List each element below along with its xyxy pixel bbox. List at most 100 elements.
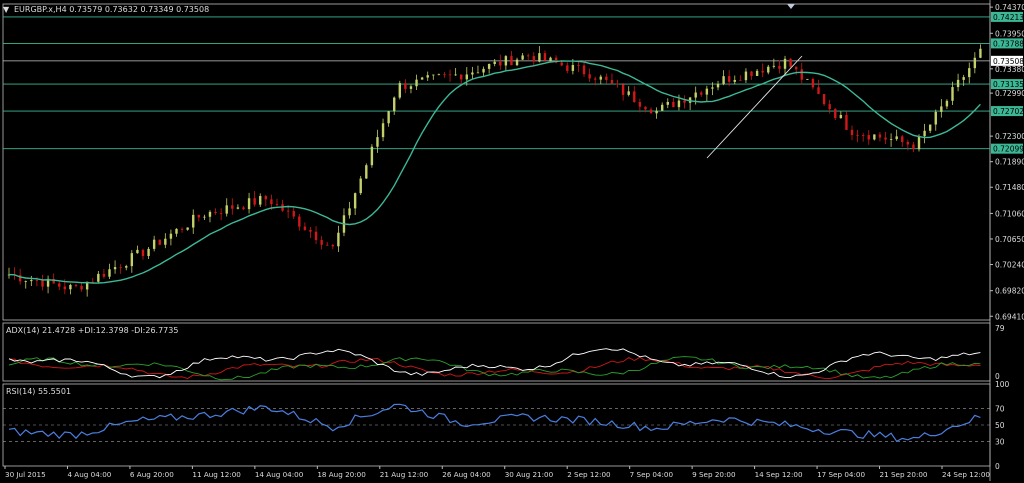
- candle-body: [672, 101, 675, 108]
- candle-body: [722, 76, 725, 84]
- candle-body: [951, 87, 954, 101]
- candle-body: [113, 267, 117, 270]
- chart-window[interactable]: 0.74213 0.73788 0.73508 0.73135 0.72702 0.720…: [0, 0, 1024, 483]
- candle-body: [806, 78, 809, 80]
- candle-body: [510, 56, 513, 66]
- horizontal-levels[interactable]: 0.742130.737880.735080.731350.727020.720…: [3, 11, 1024, 154]
- price-tick-label: 0.69820: [995, 287, 1024, 296]
- candle-body: [895, 136, 898, 140]
- candle-body: [164, 238, 167, 245]
- candle-body: [102, 273, 106, 277]
- time-tick-label: 30 Jul 2015: [5, 470, 46, 479]
- time-tick-label: 17 Sep 04:00: [817, 470, 865, 479]
- candle-body: [253, 198, 256, 205]
- candle-body: [845, 114, 848, 130]
- candle-body: [928, 124, 932, 131]
- price-tick-label: 0.71060: [995, 209, 1024, 218]
- candle-body: [314, 231, 318, 241]
- candle-body: [74, 284, 78, 286]
- candle-body: [627, 91, 630, 95]
- candle-body: [599, 76, 602, 80]
- candle-body: [761, 70, 764, 73]
- trendline-object[interactable]: [706, 55, 803, 159]
- candle-body: [594, 78, 597, 80]
- candle-body: [169, 233, 173, 239]
- candle-body: [30, 280, 33, 282]
- candle-body: [426, 75, 429, 78]
- rsi-tick-label: 70: [995, 405, 1005, 414]
- candle-body: [889, 139, 893, 140]
- candle-body: [694, 92, 697, 98]
- adx-max-label: 79: [995, 324, 1005, 333]
- candle-body: [962, 77, 965, 80]
- shift-marker-icon[interactable]: [787, 4, 795, 9]
- candle-body: [437, 74, 441, 76]
- candle-body: [856, 135, 859, 136]
- candle-body: [236, 207, 240, 209]
- candle-body: [828, 104, 831, 110]
- candle-body: [186, 227, 189, 230]
- rsi-tick-label: 50: [995, 421, 1005, 430]
- candle-body: [677, 100, 681, 108]
- rsi-line: [8, 403, 981, 443]
- candle-body: [275, 204, 279, 205]
- candle-body: [108, 269, 111, 277]
- chart-canvas[interactable]: 0.742130.737880.735080.731350.727020.720…: [0, 0, 1024, 483]
- rsi-tick-label: 100: [995, 380, 1010, 389]
- candle-body: [119, 267, 122, 268]
- candle-body: [247, 198, 251, 210]
- candle-body: [778, 65, 781, 69]
- time-tick-label: 24 Sep 12:00: [942, 470, 990, 479]
- candle-body: [359, 178, 362, 194]
- candle-body: [817, 87, 820, 95]
- time-tick-label: 14 Aug 04:00: [255, 470, 304, 479]
- moving-average: [8, 60, 981, 284]
- time-tick-label: 6 Aug 20:00: [130, 470, 174, 479]
- level-price-label: 0.74213: [993, 13, 1024, 22]
- chart-menu-icon[interactable]: ▼: [3, 5, 9, 15]
- candle-body: [63, 286, 67, 290]
- candle-body: [192, 214, 195, 228]
- candle-body: [136, 249, 139, 254]
- price-tick-label: 0.72990: [995, 89, 1024, 98]
- candle-body: [917, 136, 921, 150]
- candle-body: [839, 114, 843, 119]
- level-price-label: 0.73135: [993, 80, 1024, 89]
- level-price-label: 0.73788: [993, 39, 1024, 48]
- candle-body: [549, 57, 552, 61]
- candle-body: [605, 76, 608, 80]
- candle-body: [141, 249, 145, 257]
- candle-body: [532, 56, 535, 62]
- time-tick-label: 14 Sep 12:00: [755, 470, 803, 479]
- trendline[interactable]: [706, 55, 803, 159]
- price-tick-label: 0.70650: [995, 235, 1024, 244]
- candle-body: [471, 72, 474, 75]
- candle-body: [515, 59, 519, 66]
- candle-body: [24, 281, 27, 282]
- time-tick-label: 7 Sep 04:00: [630, 470, 674, 479]
- candle-body: [727, 76, 731, 82]
- candle-body: [398, 83, 401, 98]
- candle-body: [225, 205, 228, 214]
- candlestick-series: [7, 44, 982, 297]
- candle-body: [415, 79, 418, 87]
- candle-body: [298, 216, 301, 227]
- candle-body: [197, 214, 201, 218]
- candle-body: [152, 239, 156, 249]
- candle-body: [733, 79, 736, 82]
- candle-body: [521, 55, 524, 60]
- candle-body: [309, 229, 312, 232]
- time-axis: 30 Jul 2015 4 Aug 04:00 6 Aug 20:00 11 Aug …: [4, 466, 990, 479]
- price-tick-label: 0.71890: [995, 158, 1024, 167]
- candle-body: [376, 137, 379, 147]
- candle-body: [259, 196, 262, 205]
- price-tick-label: 0.74370: [995, 3, 1024, 12]
- rsi-tick-label: 0: [995, 462, 1000, 471]
- panel-border-0: [2, 3, 991, 321]
- time-tick-label: 4 Aug 04:00: [67, 470, 111, 479]
- candle-body: [35, 280, 39, 281]
- candle-body: [303, 226, 307, 230]
- candle-body: [465, 74, 468, 80]
- candle-body: [409, 86, 413, 89]
- candle-body: [945, 100, 949, 107]
